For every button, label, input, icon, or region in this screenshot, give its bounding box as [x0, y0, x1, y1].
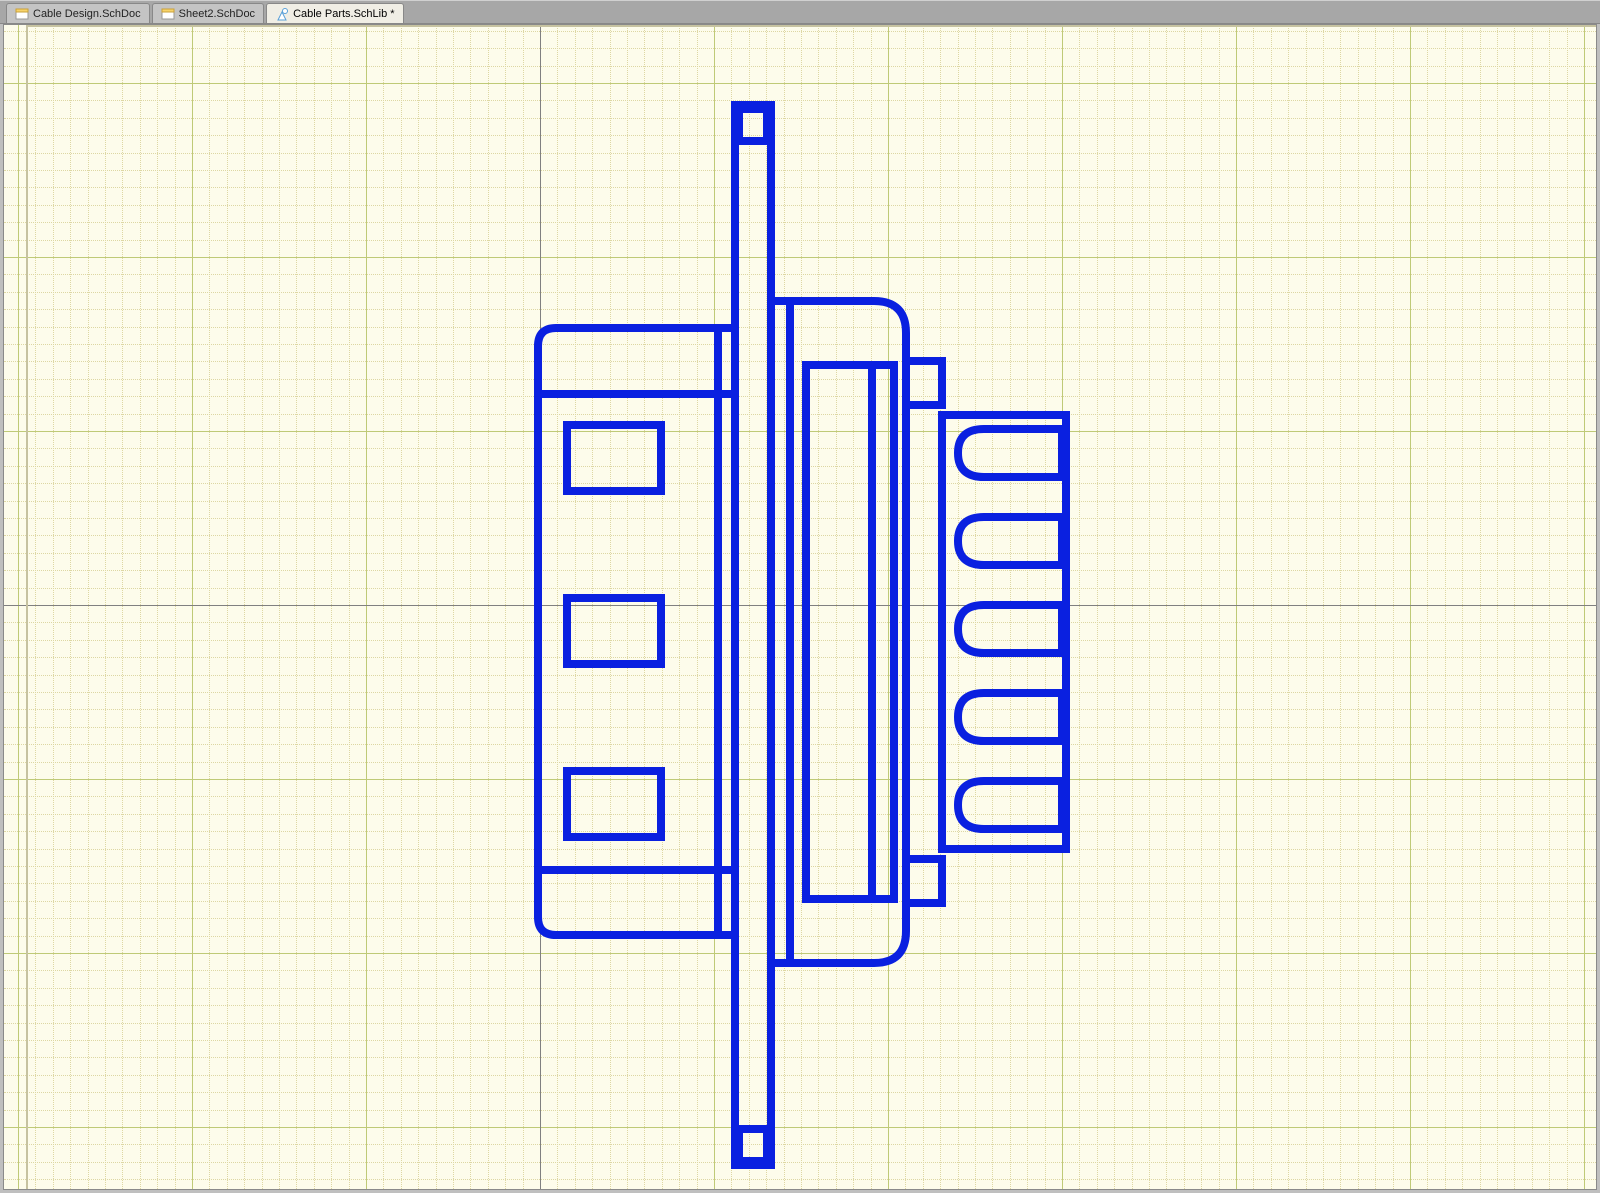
schdoc-icon [161, 7, 175, 21]
app-root: Cable Design.SchDoc Sheet2.SchDoc Cable … [0, 0, 1600, 1193]
tab-sheet2[interactable]: Sheet2.SchDoc [152, 3, 264, 23]
schematic-canvas[interactable] [3, 24, 1597, 1190]
tab-cable-design[interactable]: Cable Design.SchDoc [6, 3, 150, 23]
tab-label: Cable Design.SchDoc [33, 8, 141, 20]
schlib-icon [275, 7, 289, 21]
component-drawing [4, 25, 1597, 1190]
tab-label: Cable Parts.SchLib * [293, 8, 395, 20]
tab-cable-parts[interactable]: Cable Parts.SchLib * [266, 3, 404, 23]
tab-label: Sheet2.SchDoc [179, 8, 255, 20]
schdoc-icon [15, 7, 29, 21]
document-tab-bar: Cable Design.SchDoc Sheet2.SchDoc Cable … [0, 0, 1600, 24]
